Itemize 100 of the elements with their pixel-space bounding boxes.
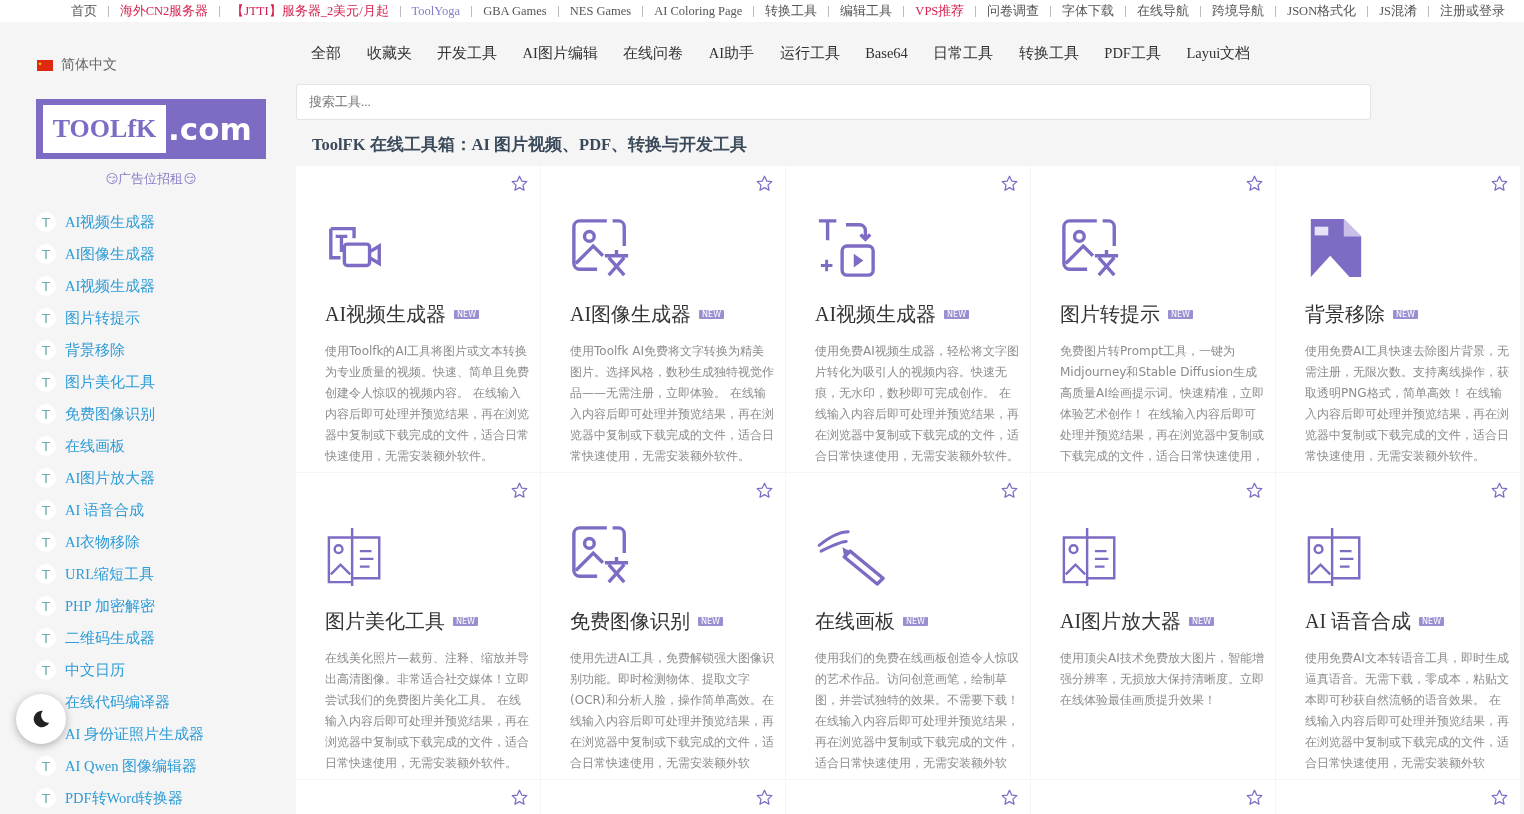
tool-card[interactable]: 背景移除 NEW 使用免费AI工具快速去除图片背景，无需注册，无限次数。支持离线操作，获取透明PNG格式，简单高效！ 在线输入内容后即可处理并预览结果，再在浏览器中复制或下载完成的文件，适合日常快速使用，无需安装额外软件。 bbox=[1276, 166, 1520, 472]
top-nav-link[interactable]: JS混淆 bbox=[1368, 2, 1428, 20]
tool-letter-icon: T bbox=[36, 212, 56, 232]
logo[interactable]: TOOLfK .com bbox=[36, 99, 266, 159]
tool-card[interactable]: AI视频生成器 NEW 使用Toolfk的AI工具将图片或文本转换为专业质量的视频。快速、简单且免费创建令人惊叹的视频内容。 在线输入内容后即可处理并预览结果，再在浏览器中复制或下载完成的文件，适合日常快速使用，无需安装额外软件。 bbox=[296, 166, 540, 472]
tool-title[interactable]: AI图像生成器 bbox=[570, 301, 692, 328]
category-tab[interactable]: 运行工具 bbox=[779, 43, 853, 63]
category-tab[interactable]: 在线问卷 bbox=[623, 43, 696, 63]
tool-description: 在线美化照片—裁剪、注释、缩放并导出高清图像。非常适合社交媒体！立即尝试我们的免费图片美化工具。 在线输入内容后即可处理并预览结果，再在浏览器中复制或下载完成的文件，适合日常快速使用，无需安装额外软件。 bbox=[325, 650, 530, 772]
tool-card[interactable]: 图片美化工具 NEW 在线美化照片—裁剪、注释、缩放并导出高清图像。非常适合社交媒体！立即尝试我们的免费图片美化工具。 在线输入内容后即可处理并预览结果，再在浏览器中复制或下载完成的文件，适合日常快速使用，无需安装额外软件。 bbox=[296, 473, 540, 779]
top-nav-link[interactable]: JSON格式化 bbox=[1276, 2, 1368, 20]
category-tab[interactable]: 日常工具 bbox=[933, 43, 1006, 63]
tool-card[interactable]: AI图片放大器 NEW 使用顶尖AI技术免费放大图片，智能增强分辨率，无损放大保持清晰度。立即在线体验最佳画质提升效果！ bbox=[1031, 473, 1275, 779]
tool-letter-icon: T bbox=[36, 340, 56, 360]
category-tab[interactable]: Layui文档 bbox=[1186, 43, 1263, 63]
tool-title[interactable]: 图片美化工具 bbox=[325, 608, 445, 635]
ad-text[interactable]: 😏广告位招租😏 bbox=[36, 171, 266, 188]
category-tab[interactable]: AI助手 bbox=[708, 43, 767, 63]
top-nav-link[interactable]: 海外CN2服务器 bbox=[108, 2, 220, 20]
tool-card[interactable]: 图片转提示 NEW 免费图片转Prompt工具，一键为Midjourney和Stable Diffusion生成高质量AI绘画提示词。快速精准，立即体验艺术创作！ 在线输入内容后即可处理并预览结果，再在浏览器中复制或下载完成的文件，适合日常快速使用， bbox=[1031, 166, 1275, 472]
tool-description: 使用我们的免费在线画板创造令人惊叹的艺术作品。访问创意画笔，绘制草图，并尝试独特的效果。不需要下载！在线输入内容后即可处理并预览结果，再在浏览器中复制或下载完成的文件，适合日常快速使用，无需安装额外软 bbox=[815, 650, 1020, 772]
top-nav-link[interactable]: 转换工具 bbox=[754, 2, 829, 20]
tool-title[interactable]: AI 语音合成 bbox=[1305, 608, 1412, 635]
tool-title[interactable]: 在线画板 bbox=[815, 608, 895, 635]
star-icon[interactable] bbox=[756, 482, 773, 499]
star-icon[interactable] bbox=[1246, 789, 1263, 806]
top-nav-link[interactable]: 跨境导航 bbox=[1201, 2, 1276, 20]
star-icon[interactable] bbox=[756, 175, 773, 192]
star-icon[interactable] bbox=[1246, 175, 1263, 192]
tool-letter-icon: T bbox=[36, 532, 56, 552]
tool-letter-icon: T bbox=[36, 660, 56, 680]
top-nav-link[interactable]: 注册或登录 bbox=[1429, 2, 1516, 20]
top-nav-link[interactable]: AI Coloring Page bbox=[643, 3, 754, 19]
tool-title[interactable]: 免费图像识别 bbox=[570, 608, 690, 635]
category-tab[interactable]: Base64 bbox=[865, 44, 921, 62]
top-nav-link[interactable]: GBA Games bbox=[472, 3, 558, 19]
dark-mode-button[interactable] bbox=[16, 694, 66, 744]
tool-letter-icon: T bbox=[36, 436, 56, 456]
tool-title[interactable]: AI图片放大器 bbox=[1060, 608, 1182, 635]
top-nav-link[interactable]: ToolYoga bbox=[400, 3, 472, 19]
top-nav-link[interactable]: 问卷调查 bbox=[976, 2, 1051, 20]
tool-description: 使用免费AI视频生成器，轻松将文字图片转化为吸引人的视频内容。快速无痕，无水印，数秒即可完成创作。 在线输入内容后即可处理并预览结果，再在浏览器中复制或下载完成的文件，适合日常快速使用，无需安装额外软件。 bbox=[815, 343, 1020, 465]
tool-title[interactable]: 背景移除 bbox=[1305, 301, 1385, 328]
tool-letter-icon: T bbox=[36, 468, 56, 488]
tool-letter-icon: T bbox=[36, 244, 56, 264]
top-nav-link[interactable]: 字体下载 bbox=[1051, 2, 1126, 20]
star-icon[interactable] bbox=[1246, 482, 1263, 499]
tool-card[interactable]: AI图像生成器 NEW 使用Toolfk AI免费将文字转换为精美图片。选择风格，数秒生成独特视觉作品——无需注册，立即体验。 在线输入内容后即可处理并预览结果，再在浏览器中复制或下载完成的文件，适合日常快速使用，无需安装额外软件。 bbox=[541, 166, 785, 472]
top-nav-link[interactable]: 在线导航 bbox=[1126, 2, 1201, 20]
star-icon[interactable] bbox=[511, 789, 528, 806]
tool-description: 使用免费AI文本转语音工具，即时生成逼真语音。无需下载，零成本，粘贴文本即可秒获自然流畅的语音效果。 在线输入内容后即可处理并预览结果，再在浏览器中复制或下载完成的文件，适合日常快速使用，无需安装额外软 bbox=[1305, 650, 1510, 772]
tool-description: 使用Toolfk AI免费将文字转换为精美图片。选择风格，数秒生成独特视觉作品——无需注册，立即体验。 在线输入内容后即可处理并预览结果，再在浏览器中复制或下载完成的文件，适合日常快速使用，无需安装额外软件。 bbox=[570, 343, 775, 465]
page-heading: ToolFK 在线工具箱：AI 图片视频、PDF、转换与开发工具 bbox=[312, 134, 749, 156]
top-nav-link[interactable]: 首页 bbox=[59, 2, 108, 20]
tool-title[interactable]: AI视频生成器 bbox=[325, 301, 447, 328]
tool-letter-icon: T bbox=[36, 564, 56, 584]
top-nav-link[interactable]: NES Games bbox=[558, 3, 643, 19]
top-nav-link[interactable]: 【JTTI】服务器_2美元/月起 bbox=[220, 2, 400, 20]
tool-description: 使用先进AI工具，免费解锁强大图像识别功能。即时检测物体、提取文字(OCR)和分析人脸，操作简单高效。在线输入内容后即可处理并预览结果，再在浏览器中复制或下载完成的文件，适合日常快速使用，无需安装额外软 bbox=[570, 650, 775, 772]
search-field[interactable]: 搜索工具... bbox=[296, 84, 1371, 120]
tool-card[interactable]: 在线画板 NEW 使用我们的免费在线画板创造令人惊叹的艺术作品。访问创意画笔，绘制草图，并尝试独特的效果。不需要下载！在线输入内容后即可处理并预览结果，再在浏览器中复制或下载完成的文件，适合日常快速使用，无需安装额外软 bbox=[786, 473, 1030, 779]
category-tab[interactable]: AI图片编辑 bbox=[522, 43, 611, 63]
category-tab[interactable]: PDF工具 bbox=[1104, 43, 1174, 63]
flag-icon bbox=[37, 59, 53, 71]
tool-letter-icon: T bbox=[36, 788, 56, 808]
star-icon[interactable] bbox=[1001, 789, 1018, 806]
tool-title[interactable]: 图片转提示 bbox=[1060, 301, 1160, 328]
top-nav-link[interactable]: VPS推荐 bbox=[904, 2, 976, 20]
star-icon[interactable] bbox=[1001, 482, 1018, 499]
new-badge: NEW bbox=[1189, 617, 1215, 626]
new-badge: NEW bbox=[453, 617, 478, 626]
tool-letter-icon: T bbox=[36, 500, 56, 520]
tool-card[interactable]: AI 语音合成 NEW 使用免费AI文本转语音工具，即时生成逼真语音。无需下载，零成本，粘贴文本即可秒获自然流畅的语音效果。 在线输入内容后即可处理并预览结果，再在浏览器中复制或下载完成的文件，适合日常快速使用，无需安装额外软 bbox=[1276, 473, 1520, 779]
tool-letter-icon: T bbox=[36, 404, 56, 424]
new-badge: NEW bbox=[698, 617, 723, 626]
tool-card[interactable]: AI视频生成器 NEW 使用免费AI视频生成器，轻松将文字图片转化为吸引人的视频内容。快速无痕，无水印，数秒即可完成创作。 在线输入内容后即可处理并预览结果，再在浏览器中复制或下载完成的文件，适合日常快速使用，无需安装额外软件。 bbox=[786, 166, 1030, 472]
language-label[interactable]: 简体中文 bbox=[61, 56, 117, 74]
new-badge: NEW bbox=[454, 310, 480, 319]
new-badge: NEW bbox=[1419, 617, 1445, 626]
tool-card[interactable]: 免费图像识别 NEW 使用先进AI工具，免费解锁强大图像识别功能。即时检测物体、提取文字(OCR)和分析人脸，操作简单高效。在线输入内容后即可处理并预览结果，再在浏览器中复制或下载完成的文件，适合日常快速使用，无需安装额外软 bbox=[541, 473, 785, 779]
star-icon[interactable] bbox=[1491, 175, 1508, 192]
star-icon[interactable] bbox=[511, 175, 528, 192]
category-tab[interactable]: 收藏夹 bbox=[366, 43, 424, 63]
category-tab[interactable]: 全部 bbox=[311, 43, 354, 63]
category-tab[interactable]: 转换工具 bbox=[1018, 43, 1092, 63]
tool-letter-icon: T bbox=[36, 756, 56, 776]
tool-letter-icon: T bbox=[36, 372, 56, 392]
tool-description: 免费图片转Prompt工具，一键为Midjourney和Stable Diffusion生成高质量AI绘画提示词。快速精准，立即体验艺术创作！ 在线输入内容后即可处理并预览结果，再在浏览器中复制或下载完成的文件，适合日常快速使用， bbox=[1060, 343, 1265, 465]
star-icon[interactable] bbox=[1491, 482, 1508, 499]
tool-title[interactable]: AI视频生成器 bbox=[815, 301, 937, 328]
star-icon[interactable] bbox=[1491, 789, 1508, 806]
star-icon[interactable] bbox=[756, 789, 773, 806]
tool-description: 使用顶尖AI技术免费放大图片，智能增强分辨率，无损放大保持清晰度。立即在线体验最佳画质提升效果！ bbox=[1060, 650, 1265, 709]
star-icon[interactable] bbox=[511, 482, 528, 499]
tool-letter-icon: T bbox=[36, 308, 56, 328]
top-nav-link[interactable]: 编辑工具 bbox=[829, 2, 904, 20]
category-tab[interactable]: 开发工具 bbox=[437, 43, 510, 63]
tool-letter-icon: T bbox=[36, 596, 56, 616]
star-icon[interactable] bbox=[1001, 175, 1018, 192]
new-badge: NEW bbox=[1393, 310, 1418, 319]
